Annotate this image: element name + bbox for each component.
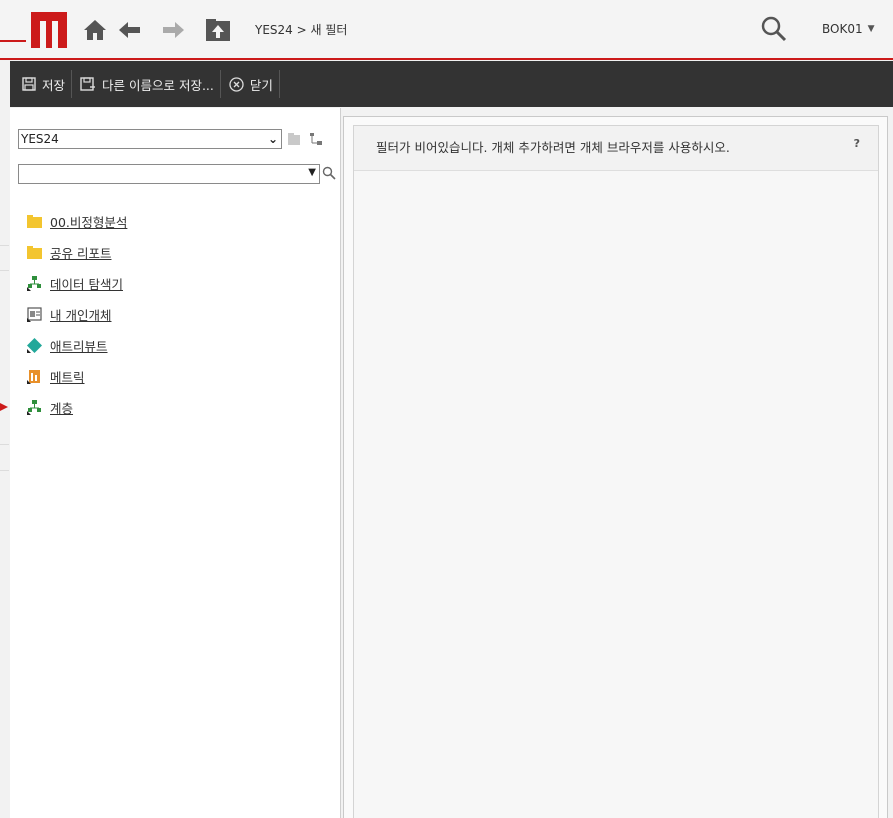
hierarchy-shortcut-icon [26,275,42,291]
brand-line [0,40,26,42]
close-button[interactable]: 닫기 [221,70,280,98]
hierarchy-icon [26,399,42,415]
chevron-down-icon: ⌄ [267,132,278,146]
chevron-down-icon: ▼ [867,24,875,34]
search-icon[interactable] [759,14,789,44]
object-search-input[interactable]: ▼ [18,164,320,184]
back-arrow-icon[interactable] [118,17,142,43]
filter-editor-header: 필터가 비어있습니다. 개체 추가하려면 개체 브라우저를 사용하시오. ? [354,126,878,171]
top-bar: YES24 > 새 필터 BOK01 ▼ [0,0,893,60]
tree-item-data-explorer[interactable]: 데이터 탐색기 [26,274,127,305]
tree-item-label[interactable]: 내 개인개체 [50,305,111,324]
save-icon [22,77,36,91]
breadcrumb: YES24 > 새 필터 [255,21,347,38]
personal-objects-icon [26,306,42,322]
metric-icon [26,368,42,384]
tree-item-my-objects[interactable]: 내 개인개체 [26,305,127,336]
tree-item-label[interactable]: 메트릭 [50,367,85,386]
toolbar: 저장 다른 이름으로 저장... 닫기 [10,61,893,107]
app-logo-icon[interactable] [31,10,67,48]
filter-editor-panel[interactable]: 필터가 비어있습니다. 개체 추가하려면 개체 브라우저를 사용하시오. ? [353,125,879,818]
home-icon[interactable] [82,17,108,43]
breadcrumb-root[interactable]: YES24 [255,23,293,37]
forward-arrow-icon[interactable] [161,17,185,43]
tree-item-hierarchies[interactable]: 계층 [26,398,127,429]
object-browser-panel: YES24 ⌄ ▼ 00.비정형분석 공유 리포트 데이터 탐색기 내 개인개체… [10,108,341,818]
save-as-button[interactable]: 다른 이름으로 저장... [72,70,221,98]
tree-item-label[interactable]: 계층 [50,398,73,417]
save-as-label: 다른 이름으로 저장... [102,77,214,93]
folder-icon [26,213,42,229]
project-select-value: YES24 [21,132,59,146]
save-as-icon [80,77,96,91]
pointer-arrow-icon [0,403,8,411]
header-divider [0,58,893,60]
tree-item-unstructured-analysis[interactable]: 00.비정형분석 [26,212,127,243]
breadcrumb-separator: > [292,23,311,37]
search-icon[interactable] [322,166,336,180]
close-label: 닫기 [249,77,273,93]
user-menu[interactable]: BOK01 ▼ [822,22,875,36]
help-icon[interactable]: ? [854,137,860,150]
empty-filter-message: 필터가 비어있습니다. 개체 추가하려면 개체 브라우저를 사용하시오. [376,140,730,155]
tree-item-label[interactable]: 데이터 탐색기 [50,274,123,293]
folder-view-icon[interactable] [286,131,302,147]
tree-item-metrics[interactable]: 메트릭 [26,367,127,398]
project-select[interactable]: YES24 ⌄ [18,129,282,149]
object-tree: 00.비정형분석 공유 리포트 데이터 탐색기 내 개인개체 애트리뷰트 메트릭… [26,212,127,429]
folder-icon [26,244,42,260]
tree-item-label[interactable]: 00.비정형분석 [50,212,127,231]
side-divider [0,444,9,445]
close-icon [229,76,244,92]
tree-item-shared-reports[interactable]: 공유 리포트 [26,243,127,274]
breadcrumb-current: 새 필터 [310,23,348,37]
side-divider [0,470,9,471]
tree-item-label[interactable]: 애트리뷰트 [50,336,108,355]
tree-view-icon[interactable] [308,131,324,147]
chevron-down-icon[interactable]: ▼ [308,167,316,178]
folder-up-icon[interactable] [204,17,232,43]
save-label: 저장 [42,77,66,93]
tree-item-label[interactable]: 공유 리포트 [50,243,111,262]
side-divider [0,245,9,246]
tree-item-attributes[interactable]: 애트리뷰트 [26,336,127,367]
save-button[interactable]: 저장 [10,70,73,98]
attribute-icon [26,337,42,353]
side-divider [0,270,9,271]
user-name: BOK01 [822,22,863,36]
